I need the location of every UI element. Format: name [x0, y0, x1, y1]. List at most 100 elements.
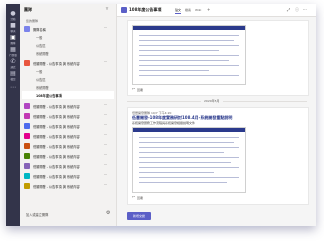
doc-line [139, 157, 239, 158]
channel-label: 一般 [36, 36, 43, 40]
filter-icon[interactable]: ▿ [104, 6, 110, 12]
more-options-icon[interactable]: ··· [104, 163, 107, 167]
channel-item[interactable]: 系統開發 [22, 83, 114, 91]
doc-line [139, 35, 239, 36]
doc-header-bar [133, 26, 245, 30]
doc-line [139, 70, 209, 71]
channel-title: 108年度公告事項 [129, 7, 162, 12]
doc-line [139, 142, 234, 143]
team-avatar [24, 103, 30, 109]
doc-line [139, 167, 239, 168]
channel-label: 一般 [36, 70, 43, 74]
more-options-icon[interactable]: ··· [104, 133, 107, 137]
team-label: 團隊名稱 [33, 28, 46, 32]
doc-line [139, 172, 214, 173]
team-row[interactable]: 團隊名稱 ··· [22, 25, 114, 33]
team-avatar [24, 26, 30, 32]
document-preview[interactable] [132, 25, 246, 85]
channel-item[interactable]: 系統開發 [22, 49, 114, 57]
post-card: 低層開發團隊 10/7 下午4:20 低層開發-108年度實務研討108.4月-… [127, 107, 309, 205]
document-preview[interactable] [132, 127, 246, 193]
more-options-icon[interactable]: ··· [104, 173, 107, 177]
doc-header-bar [133, 128, 245, 132]
channel-main: 108年度公告事項 貼文 檔案 Wiki + ⤢ ⓘ ··· ↩ 回覆 2020… [117, 4, 316, 226]
channel-label: 系統開發 [36, 52, 49, 56]
doc-line [139, 182, 227, 183]
team-avatar [24, 163, 30, 169]
team-row[interactable]: 低層開發 - 公告事項 與 系統內容 ··· [22, 142, 114, 150]
more-options-icon[interactable]: ··· [104, 143, 107, 147]
channel-item-active[interactable]: 108年度公告事項 [22, 91, 114, 99]
team-row[interactable]: 低層開發 - 公告事項 與 系統內容 ··· [22, 172, 114, 180]
team-avatar [24, 133, 30, 139]
app-rail: ● 活動 ■ 聊天 ▣ 團隊 ▦ 行事曆 ✆ 通話 ▤ 檔案 ⋯ [6, 4, 20, 226]
gear-icon[interactable]: ⚙ [106, 210, 110, 216]
doc-line [139, 177, 239, 178]
more-options-icon[interactable]: ··· [104, 113, 107, 117]
teams-window: ● 活動 ■ 聊天 ▣ 團隊 ▦ 行事曆 ✆ 通話 ▤ 檔案 ⋯ 團隊 ▿ 您的… [6, 4, 316, 226]
section-label: 您的團隊 [26, 19, 39, 23]
rail-label-calendar: 行事曆 [9, 54, 17, 57]
doc-line [139, 137, 239, 138]
team-row[interactable]: 低層開發 - 公告事項 與 系統內容 ··· [22, 162, 114, 170]
more-apps-icon[interactable]: ⋯ [9, 84, 17, 92]
doc-line [139, 75, 239, 76]
more-options-icon[interactable]: ··· [104, 60, 107, 64]
team-label: 低層開發 - 公告事項 與 系統內容 [33, 185, 80, 189]
team-label: 低層開發 - 公告事項 與 系統內容 [33, 62, 80, 66]
team-avatar [24, 173, 30, 179]
teams-panel: 團隊 ▿ 您的團隊 團隊名稱 ··· 一般 公告區 系統開發 低層開發 - 公告… [20, 4, 117, 226]
post-card: ↩ 回覆 [127, 20, 309, 96]
channel-item[interactable]: 公告區 [22, 41, 114, 49]
doc-line [139, 60, 229, 61]
more-options-icon[interactable]: ··· [104, 183, 107, 187]
channel-label: 系統開發 [36, 86, 49, 90]
team-avatar [24, 153, 30, 159]
team-label: 低層開發 - 公告事項 與 系統內容 [33, 155, 80, 159]
team-row[interactable]: 低層開發 - 公告事項 與 系統內容 ··· [22, 112, 114, 120]
doc-line [139, 50, 219, 51]
channel-label: 108年度公告事項 [36, 94, 62, 98]
more-options-icon[interactable]: ··· [104, 26, 107, 30]
doc-line [139, 45, 239, 46]
add-tab-icon[interactable]: + [207, 7, 210, 12]
panel-header: 團隊 ▿ [20, 4, 116, 14]
rail-label-calls: 通話 [10, 66, 16, 69]
tab-wiki[interactable]: Wiki [195, 8, 201, 12]
expand-icon[interactable]: ⤢ [287, 7, 290, 12]
join-team-button[interactable]: 加入或建立團隊 [26, 212, 48, 217]
team-row[interactable]: 低層開發 - 公告事項 與 系統內容 ··· [22, 102, 114, 110]
team-avatar [24, 60, 30, 66]
tab-files[interactable]: 檔案 [185, 8, 191, 12]
team-avatar [24, 143, 30, 149]
rail-label-teams: 團隊 [10, 42, 16, 45]
doc-line [139, 40, 234, 41]
channel-item[interactable]: 一般 [22, 67, 114, 75]
more-options-icon[interactable]: ··· [104, 103, 107, 107]
more-options-icon[interactable]: ··· [104, 153, 107, 157]
channel-item[interactable]: 公告區 [22, 75, 114, 83]
team-label: 低層開發 - 公告事項 與 系統內容 [33, 115, 80, 119]
team-row[interactable]: 低層開發 - 公告事項 與 系統內容 ··· [22, 132, 114, 140]
doc-line [139, 147, 239, 148]
team-label: 低層開發 - 公告事項 與 系統內容 [33, 125, 80, 129]
rail-label-activity: 活動 [10, 18, 16, 21]
team-row[interactable]: 低層開發 - 公告事項 與 系統內容 ··· [22, 122, 114, 130]
new-conversation-button[interactable]: 新增交談 [127, 212, 151, 220]
team-label: 低層開發 - 公告事項 與 系統內容 [33, 145, 80, 149]
reply-button[interactable]: 回覆 [137, 196, 143, 200]
team-row[interactable]: 低層開發 - 公告事項 與 系統內容 ··· [22, 152, 114, 160]
team-label: 低層開發 - 公告事項 與 系統內容 [33, 165, 80, 169]
reply-icon: ↩ [132, 195, 135, 199]
team-row[interactable]: 低層開發 - 公告事項 與 系統內容 ··· [22, 182, 114, 190]
channel-item[interactable]: 一般 [22, 33, 114, 41]
more-options-icon[interactable]: ··· [104, 123, 107, 127]
team-label: 低層開發 - 公告事項 與 系統內容 [33, 105, 80, 109]
tab-posts[interactable]: 貼文 [175, 8, 182, 14]
team-avatar [24, 123, 30, 129]
reply-button[interactable]: 回覆 [137, 88, 143, 92]
rail-label-chat: 聊天 [10, 30, 16, 33]
more-icon[interactable]: ··· [303, 7, 307, 12]
info-icon[interactable]: ⓘ [295, 7, 299, 13]
team-row[interactable]: 低層開發 - 公告事項 與 系統內容 ··· [22, 59, 114, 67]
